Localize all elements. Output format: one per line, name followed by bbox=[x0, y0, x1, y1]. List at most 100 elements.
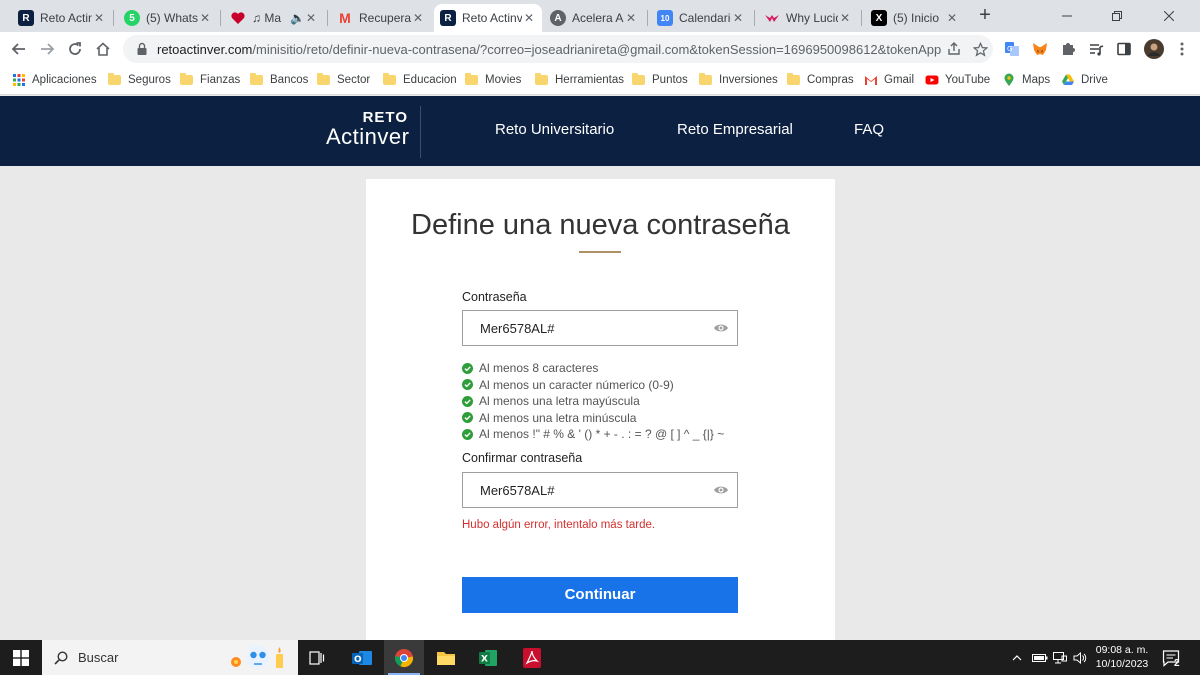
tab-heart-radio[interactable]: ♫ Ma 🔈 ✕ bbox=[224, 4, 324, 32]
volume-icon[interactable] bbox=[1073, 640, 1087, 675]
nav-reto-universitario[interactable]: Reto Universitario bbox=[495, 121, 614, 138]
speaker-icon[interactable]: 🔈 bbox=[290, 11, 305, 25]
requirement-item: Al menos 8 caracteres bbox=[462, 360, 752, 377]
svg-text:O: O bbox=[354, 655, 362, 665]
outlook-app-icon[interactable]: O bbox=[342, 640, 382, 675]
close-icon[interactable]: ✕ bbox=[945, 11, 959, 25]
taskbar-search-box[interactable]: Buscar bbox=[42, 640, 298, 675]
clock-date: 10/10/2023 bbox=[1095, 658, 1149, 670]
password-field[interactable]: Mer6578AL# bbox=[462, 310, 738, 346]
tab-whatsapp[interactable]: 5 (5) WhatsApp ✕ bbox=[118, 4, 218, 32]
folder-icon bbox=[632, 73, 645, 85]
show-hidden-icons-chevron-icon[interactable] bbox=[1012, 640, 1022, 675]
tab-title: Why Lucid bbox=[786, 11, 838, 25]
eye-icon[interactable] bbox=[713, 321, 729, 335]
bookmark-label: Inversiones bbox=[719, 74, 778, 86]
taskbar-clock[interactable]: 09:08 a. m. 10/10/2023 bbox=[1090, 643, 1154, 671]
windows-taskbar: Buscar O X 09:08 a. m. 10/10/2023 2 bbox=[0, 640, 1200, 675]
confirm-password-field[interactable]: Mer6578AL# bbox=[462, 472, 738, 508]
tab-gmail-recuperar[interactable]: M Recuperar ✕ bbox=[331, 4, 431, 32]
restore-icon[interactable] bbox=[1094, 0, 1140, 32]
tab-x-inicio[interactable]: X (5) Inicio ✕ bbox=[865, 4, 965, 32]
tab-lucid[interactable]: Why Lucid ✕ bbox=[758, 4, 858, 32]
battery-icon[interactable] bbox=[1032, 640, 1048, 675]
nav-faq[interactable]: FAQ bbox=[854, 121, 884, 138]
lock-icon[interactable] bbox=[135, 42, 149, 56]
windows-start-icon[interactable] bbox=[0, 640, 42, 675]
tab-title: (5) Inicio bbox=[893, 11, 940, 25]
day-of-the-dead-skull-icon bbox=[231, 645, 283, 669]
bookmark-herramientas[interactable]: Herramientas bbox=[535, 71, 624, 89]
file-explorer-icon[interactable] bbox=[426, 640, 466, 675]
clock-time: 09:08 a. m. bbox=[1095, 644, 1149, 656]
close-icon[interactable]: ✕ bbox=[731, 11, 745, 25]
reload-icon[interactable] bbox=[62, 36, 88, 62]
close-icon[interactable]: ✕ bbox=[838, 11, 852, 25]
excel-app-icon[interactable]: X bbox=[468, 640, 508, 675]
bookmark-maps[interactable]: Maps bbox=[1002, 71, 1050, 89]
bookmark-educacion[interactable]: Educacion bbox=[383, 71, 457, 89]
bookmark-drive[interactable]: Drive bbox=[1061, 71, 1108, 89]
close-icon[interactable]: ✕ bbox=[411, 11, 425, 25]
page-title: Define una nueva contraseña bbox=[411, 209, 790, 241]
bookmark-fianzas[interactable]: Fianzas bbox=[180, 71, 240, 89]
reto-actinver-logo[interactable]: RETO Actinver bbox=[326, 110, 410, 148]
close-window-icon[interactable] bbox=[1146, 0, 1192, 32]
requirement-text: Al menos 8 caracteres bbox=[479, 361, 599, 376]
tab-calendario[interactable]: 10 Calendario ✕ bbox=[651, 4, 751, 32]
bookmark-puntos[interactable]: Puntos bbox=[632, 71, 688, 89]
bookmark-sector[interactable]: Sector bbox=[317, 71, 370, 89]
requirement-text: Al menos un caracter númerico (0-9) bbox=[479, 377, 674, 392]
check-circle-icon bbox=[462, 412, 473, 424]
chrome-app-icon[interactable] bbox=[384, 640, 424, 675]
bookmark-movies[interactable]: Movies bbox=[465, 71, 521, 89]
network-icon[interactable] bbox=[1053, 640, 1067, 675]
continue-button[interactable]: Continuar bbox=[462, 577, 738, 613]
side-panel-icon[interactable] bbox=[1112, 37, 1136, 61]
eye-icon[interactable] bbox=[713, 483, 729, 497]
check-circle-icon bbox=[462, 379, 473, 391]
minimize-icon[interactable] bbox=[1044, 0, 1090, 32]
task-view-icon[interactable] bbox=[297, 640, 337, 675]
bookmark-bancos[interactable]: Bancos bbox=[250, 71, 308, 89]
acelera-icon: A bbox=[550, 10, 566, 26]
close-icon[interactable]: ✕ bbox=[198, 11, 212, 25]
back-arrow-icon[interactable] bbox=[6, 36, 32, 62]
close-icon[interactable]: ✕ bbox=[624, 11, 638, 25]
bookmark-inversiones[interactable]: Inversiones bbox=[699, 71, 778, 89]
media-queue-icon[interactable] bbox=[1084, 37, 1108, 61]
calendar-icon: 10 bbox=[657, 10, 673, 26]
search-icon bbox=[54, 650, 68, 665]
url-text[interactable]: retoactinver.com/minisitio/reto/definir-… bbox=[157, 42, 941, 57]
tab-title: Recuperar bbox=[359, 11, 411, 25]
logo-divider bbox=[420, 106, 421, 158]
close-icon[interactable]: ✕ bbox=[304, 11, 318, 25]
bookmark-seguros[interactable]: Seguros bbox=[108, 71, 171, 89]
metamask-fox-icon[interactable] bbox=[1028, 37, 1052, 61]
bookmark-star-icon[interactable] bbox=[967, 36, 993, 62]
notifications-icon[interactable]: 2 bbox=[1162, 640, 1186, 675]
tab-reto-actinver-1[interactable]: R Reto Actinver ✕ bbox=[12, 4, 112, 32]
tab-reto-actinver-active[interactable]: R Reto Actinver ✕ bbox=[434, 4, 542, 32]
address-bar[interactable]: retoactinver.com/minisitio/reto/definir-… bbox=[123, 35, 993, 63]
share-icon[interactable] bbox=[941, 36, 967, 62]
bookmark-gmail[interactable]: Gmail bbox=[864, 71, 914, 89]
translate-extension-icon[interactable]: G bbox=[1000, 37, 1024, 61]
bookmark-compras[interactable]: Compras bbox=[787, 71, 854, 89]
home-icon[interactable] bbox=[90, 36, 116, 62]
extensions-puzzle-icon[interactable] bbox=[1056, 37, 1080, 61]
kebab-menu-icon[interactable] bbox=[1170, 37, 1194, 61]
tab-acelera[interactable]: A Acelera A ✕ bbox=[544, 4, 644, 32]
bookmark-label: Drive bbox=[1081, 74, 1108, 86]
tab-title: ♫ Ma bbox=[252, 11, 282, 25]
bookmark-youtube[interactable]: YouTube bbox=[925, 71, 990, 89]
forward-arrow-icon[interactable] bbox=[34, 36, 60, 62]
close-icon[interactable]: ✕ bbox=[92, 11, 106, 25]
bookmark-aplicaciones[interactable]: Aplicaciones bbox=[12, 71, 97, 89]
acrobat-app-icon[interactable] bbox=[512, 640, 552, 675]
close-icon[interactable]: ✕ bbox=[522, 11, 536, 25]
profile-avatar-icon[interactable] bbox=[1142, 37, 1166, 61]
bookmark-label: Aplicaciones bbox=[32, 74, 97, 86]
nav-reto-empresarial[interactable]: Reto Empresarial bbox=[677, 121, 793, 138]
new-tab-plus-icon[interactable]: + bbox=[974, 5, 996, 27]
